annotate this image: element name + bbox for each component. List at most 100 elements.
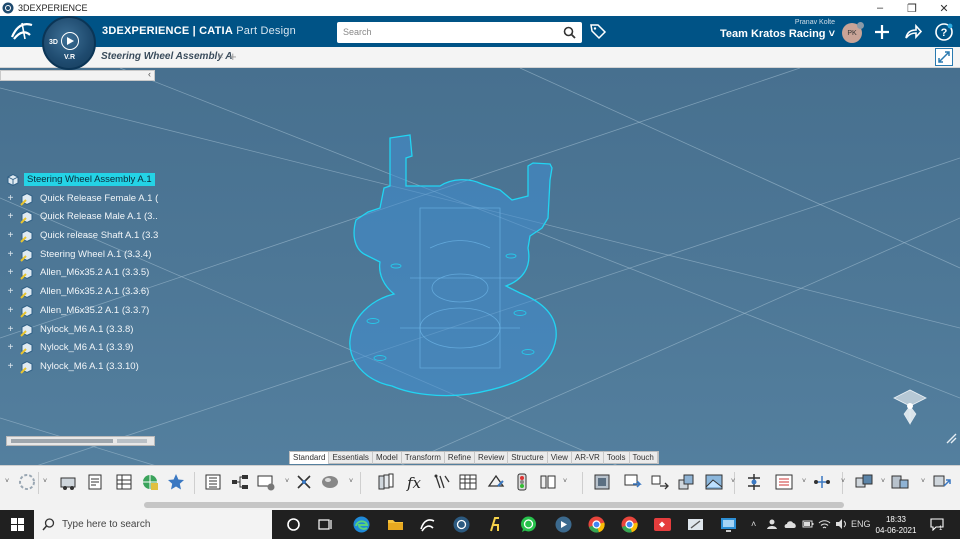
- tree-expand-toggle[interactable]: +: [6, 212, 15, 222]
- tree-expand-toggle[interactable]: +: [6, 193, 15, 204]
- tree-node-label[interactable]: Nylock_M6 A.1 (3.3.9): [40, 342, 133, 353]
- search-icon[interactable]: [563, 26, 576, 39]
- settings-list-icon[interactable]: [774, 472, 794, 492]
- tree-expand-toggle[interactable]: +: [6, 231, 15, 241]
- plus-icon[interactable]: [872, 22, 892, 42]
- avatar[interactable]: PK: [842, 22, 864, 43]
- tree-node-label[interactable]: Quick Release Female A.1 (: [40, 193, 158, 204]
- clash-icon[interactable]: [854, 472, 874, 492]
- tree-root-label[interactable]: Steering Wheel Assembly A.1: [24, 173, 155, 186]
- action-tab-touch[interactable]: Touch: [630, 452, 658, 464]
- properties-icon[interactable]: [86, 472, 106, 492]
- parameter-icon[interactable]: [432, 472, 452, 492]
- tray-overflow-button[interactable]: ˄: [751, 519, 756, 529]
- add-tab-button[interactable]: +: [229, 49, 237, 64]
- help-icon[interactable]: ?: [934, 22, 954, 42]
- wifi-icon[interactable]: [818, 518, 831, 530]
- task-view-icon[interactable]: [316, 515, 335, 534]
- person-icon[interactable]: [766, 518, 778, 530]
- formula-icon[interactable]: fx: [405, 472, 425, 492]
- more-options-chevron[interactable]: ˅: [563, 478, 567, 485]
- measure-icon[interactable]: [486, 472, 506, 492]
- taskbar-search-box[interactable]: Type here to search: [34, 510, 272, 539]
- panel-resize-handle[interactable]: [945, 432, 957, 444]
- tree-node-label[interactable]: Steering Wheel A.1 (3.3.4): [40, 249, 151, 260]
- assembly-features-icon[interactable]: [676, 472, 696, 492]
- publish-icon[interactable]: [623, 472, 643, 492]
- scrollbar-thumb[interactable]: [11, 439, 113, 443]
- tree-node-label[interactable]: Allen_M6x35.2 A.1 (3.3.6): [40, 286, 149, 297]
- tree-expand-toggle[interactable]: +: [6, 324, 15, 335]
- minimize-button[interactable]: –: [864, 0, 896, 16]
- action-tab-tools[interactable]: Tools: [604, 452, 630, 464]
- tree-expand-toggle[interactable]: +: [6, 361, 15, 372]
- chrome-icon[interactable]: [587, 515, 606, 534]
- tree-expand-toggle[interactable]: +: [6, 268, 15, 278]
- table-icon[interactable]: [114, 472, 134, 492]
- 3ds-app-icon[interactable]: [418, 515, 437, 534]
- more-options-chevron[interactable]: ˅: [881, 478, 885, 485]
- tree-node-label[interactable]: Nylock_M6 A.1 (3.3.8): [40, 324, 133, 335]
- list-icon[interactable]: [203, 472, 223, 492]
- action-tab-essentials[interactable]: Essentials: [329, 452, 373, 464]
- favorite-star-icon[interactable]: [166, 472, 186, 492]
- more-options-chevron[interactable]: ˅: [731, 478, 735, 485]
- more-options-chevron[interactable]: ˅: [921, 478, 925, 485]
- action-tab-transform[interactable]: Transform: [402, 452, 445, 464]
- undo-redo-icon[interactable]: [17, 472, 37, 492]
- tree-node-label[interactable]: Allen_M6x35.2 A.1 (3.3.5): [40, 267, 149, 278]
- tab-steering-wheel-assembly[interactable]: Steering Wheel Assembly A: [101, 51, 233, 62]
- tree-horizontal-scrollbar[interactable]: [6, 436, 155, 446]
- tree-node-label[interactable]: Quick release Shaft A.1 (3.3: [40, 230, 158, 241]
- input-language[interactable]: ENG: [851, 519, 871, 529]
- chrome-profile-icon[interactable]: [620, 515, 639, 534]
- knowledge-icon[interactable]: [538, 472, 558, 492]
- more-options-chevron[interactable]: ˅: [841, 478, 845, 485]
- action-tab-model[interactable]: Model: [373, 452, 402, 464]
- tree-node-label[interactable]: Allen_M6x35.2 A.1 (3.3.7): [40, 305, 149, 316]
- configure-icon[interactable]: [256, 472, 276, 492]
- tree-expand-toggle[interactable]: +: [6, 343, 15, 353]
- snipping-tool-icon[interactable]: [686, 515, 705, 534]
- tree-structure-icon[interactable]: [230, 472, 250, 492]
- tree-expand-toggle[interactable]: +: [6, 287, 15, 297]
- team-selector[interactable]: Team Kratos Racing ˅: [720, 28, 835, 40]
- 3d-viewport[interactable]: ‹ Steering Wheel Assembly A.1 + Quick Rel…: [0, 68, 960, 510]
- battery-icon[interactable]: [802, 518, 814, 530]
- action-bar-scroll-thumb[interactable]: [144, 502, 844, 508]
- network-move-icon[interactable]: [812, 472, 832, 492]
- share-model-icon[interactable]: [932, 472, 952, 492]
- snapshot-icon[interactable]: [592, 472, 612, 492]
- action-tab-review[interactable]: Review: [475, 452, 509, 464]
- explode-icon[interactable]: [294, 472, 314, 492]
- compass-app-icon[interactable]: [452, 515, 471, 534]
- compass-play-icon[interactable]: [61, 32, 79, 50]
- close-window-button[interactable]: ✕: [928, 0, 960, 16]
- action-bar-scrollbar[interactable]: [10, 502, 950, 508]
- tree-expand-toggle[interactable]: +: [6, 249, 15, 260]
- anydesk-icon[interactable]: [653, 515, 672, 534]
- design-table-icon[interactable]: [458, 472, 478, 492]
- more-options-chevron[interactable]: ˅: [349, 478, 353, 485]
- taskbar-clock[interactable]: 18:33 04-06-2021: [874, 514, 918, 536]
- volume-icon[interactable]: [835, 518, 847, 530]
- whatsapp-icon[interactable]: [519, 515, 538, 534]
- render-style-icon[interactable]: [320, 472, 340, 492]
- collapse-tree-button[interactable]: ‹: [148, 69, 151, 79]
- compass-widget[interactable]: 3D V.R: [42, 16, 96, 70]
- more-options-chevron[interactable]: ˅: [802, 478, 806, 485]
- constraint-icon[interactable]: [744, 472, 764, 492]
- section-icon[interactable]: [890, 472, 910, 492]
- insert-product-icon[interactable]: [58, 472, 78, 492]
- tab-close-button[interactable]: ×: [218, 51, 223, 61]
- replace-icon[interactable]: [650, 472, 670, 492]
- share-icon[interactable]: [903, 22, 923, 42]
- action-tab-structure[interactable]: Structure: [508, 452, 548, 464]
- action-tab-ar-vr[interactable]: AR-VR: [572, 452, 604, 464]
- action-tab-view[interactable]: View: [548, 452, 572, 464]
- view-cubes-icon[interactable]: [376, 472, 396, 492]
- onedrive-icon[interactable]: [784, 519, 797, 529]
- notification-center-icon[interactable]: 1: [930, 518, 944, 531]
- remote-desktop-icon[interactable]: [719, 515, 738, 534]
- globe-part-icon[interactable]: [140, 472, 160, 492]
